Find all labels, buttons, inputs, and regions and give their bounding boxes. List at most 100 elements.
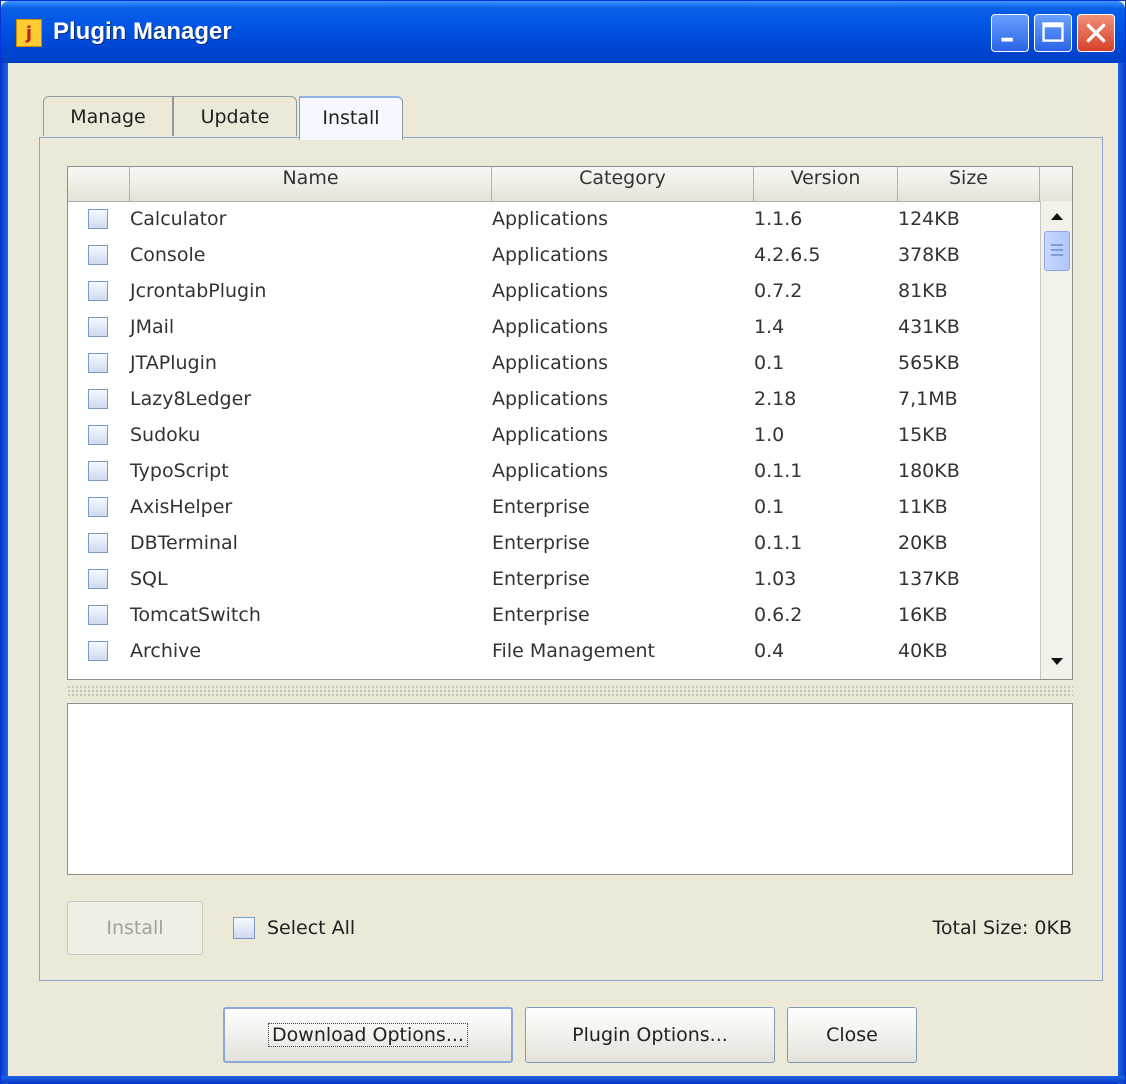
row-checkbox[interactable] <box>88 353 108 373</box>
table-row[interactable]: DBTerminal Enterprise 0.1.1 20KB <box>68 525 1040 561</box>
column-header-corner <box>1040 167 1072 201</box>
jedit-icon: j <box>16 19 42 47</box>
cell-name: JMail <box>130 316 175 338</box>
cell-name: Sudoku <box>130 424 201 446</box>
column-header-version[interactable]: Version <box>754 167 898 201</box>
tab-install[interactable]: Install <box>299 96 403 140</box>
cell-category: Enterprise <box>492 496 590 518</box>
cell-size: 81KB <box>898 280 948 302</box>
cell-name: Lazy8Ledger <box>130 388 252 410</box>
table-row[interactable]: Calculator Applications 1.1.6 124KB <box>68 201 1040 237</box>
table-row[interactable]: JcrontabPlugin Applications 0.7.2 81KB <box>68 273 1040 309</box>
cell-size: 431KB <box>898 316 960 338</box>
cell-name: Console <box>130 244 206 266</box>
cell-version: 0.1 <box>754 496 785 518</box>
cell-version: 0.7.2 <box>754 280 803 302</box>
cell-size: 20KB <box>898 532 948 554</box>
tab-manage[interactable]: Manage <box>43 96 173 136</box>
table-scrollbar[interactable] <box>1040 201 1072 679</box>
cell-version: 1.1.6 <box>754 208 803 230</box>
thumb-grip-line <box>1051 254 1063 256</box>
scroll-up-icon[interactable] <box>1043 203 1071 231</box>
install-button[interactable]: Install <box>67 901 203 955</box>
cell-category: File Management <box>492 640 655 662</box>
row-checkbox[interactable] <box>88 389 108 409</box>
table-row[interactable]: TypoScript Applications 0.1.1 180KB <box>68 453 1040 489</box>
row-checkbox[interactable] <box>88 317 108 337</box>
table-header: Name Category Version Size <box>68 167 1072 202</box>
cell-category: Applications <box>492 280 609 302</box>
table-row[interactable]: TomcatSwitch Enterprise 0.6.2 16KB <box>68 597 1040 633</box>
row-checkbox[interactable] <box>88 461 108 481</box>
row-checkbox[interactable] <box>88 641 108 661</box>
row-checkbox[interactable] <box>88 533 108 553</box>
plugin-manager-window: j Plugin Manager Manage Update Install N… <box>0 0 1126 1084</box>
split-pane-divider[interactable] <box>67 685 1073 697</box>
plugin-table: Name Category Version Size Calculator App… <box>67 166 1073 680</box>
cell-size: 7,1MB <box>898 388 958 410</box>
table-row[interactable]: Archive File Management 0.4 40KB <box>68 633 1040 669</box>
select-all-label[interactable]: Select All <box>267 913 355 943</box>
cell-size: 40KB <box>898 640 948 662</box>
table-row[interactable]: JMail Applications 1.4 431KB <box>68 309 1040 345</box>
cell-name: AxisHelper <box>130 496 233 518</box>
row-checkbox[interactable] <box>88 605 108 625</box>
table-row[interactable]: AxisHelper Enterprise 0.1 11KB <box>68 489 1040 525</box>
cell-version: 4.2.6.5 <box>754 244 821 266</box>
table-row[interactable]: SQL Enterprise 1.03 137KB <box>68 561 1040 597</box>
download-options-button[interactable]: Download Options... <box>223 1007 513 1063</box>
cell-version: 0.4 <box>754 640 785 662</box>
cell-version: 1.4 <box>754 316 785 338</box>
column-header-name[interactable]: Name <box>130 167 492 201</box>
cell-name: JcrontabPlugin <box>130 280 267 302</box>
cell-version: 2.18 <box>754 388 797 410</box>
minimize-button[interactable] <box>991 14 1029 52</box>
close-icon <box>1086 23 1106 43</box>
row-checkbox[interactable] <box>88 569 108 589</box>
cell-name: JTAPlugin <box>130 352 217 374</box>
cell-name: Calculator <box>130 208 227 230</box>
cell-name: TomcatSwitch <box>130 604 261 626</box>
row-checkbox[interactable] <box>88 209 108 229</box>
close-button[interactable]: Close <box>787 1007 917 1063</box>
tab-update[interactable]: Update <box>173 96 297 136</box>
plugin-options-button[interactable]: Plugin Options... <box>525 1007 775 1063</box>
table-row[interactable]: Sudoku Applications 1.0 15KB <box>68 417 1040 453</box>
plugin-description-area <box>67 703 1073 875</box>
row-checkbox[interactable] <box>88 497 108 517</box>
scroll-down-icon[interactable] <box>1043 647 1071 675</box>
maximize-button[interactable] <box>1034 14 1072 52</box>
table-row[interactable]: JTAPlugin Applications 0.1 565KB <box>68 345 1040 381</box>
window-frame-right <box>1118 63 1125 1084</box>
window-frame-bottom <box>1 1076 1125 1083</box>
cell-category: Enterprise <box>492 568 590 590</box>
cell-version: 1.0 <box>754 424 785 446</box>
row-checkbox[interactable] <box>88 425 108 445</box>
cell-size: 378KB <box>898 244 960 266</box>
cell-version: 0.1.1 <box>754 532 803 554</box>
cell-category: Applications <box>492 244 609 266</box>
title-bar[interactable]: j Plugin Manager <box>1 1 1125 63</box>
cell-category: Applications <box>492 208 609 230</box>
cell-name: SQL <box>130 568 168 590</box>
cell-size: 565KB <box>898 352 960 374</box>
column-header-select[interactable] <box>68 167 130 201</box>
scrollbar-thumb[interactable] <box>1044 231 1070 271</box>
table-row[interactable]: Console Applications 4.2.6.5 378KB <box>68 237 1040 273</box>
cell-category: Applications <box>492 460 609 482</box>
cell-category: Enterprise <box>492 532 590 554</box>
column-header-size[interactable]: Size <box>898 167 1040 201</box>
minimize-icon <box>1001 37 1013 42</box>
cell-version: 0.1 <box>754 352 785 374</box>
row-checkbox[interactable] <box>88 245 108 265</box>
thumb-grip-line <box>1051 244 1063 246</box>
cell-category: Applications <box>492 352 609 374</box>
cell-name: Archive <box>130 640 202 662</box>
select-all-checkbox[interactable] <box>233 917 255 939</box>
cell-size: 137KB <box>898 568 960 590</box>
row-checkbox[interactable] <box>88 281 108 301</box>
table-row[interactable]: Lazy8Ledger Applications 2.18 7,1MB <box>68 381 1040 417</box>
close-window-button[interactable] <box>1077 14 1115 52</box>
column-header-category[interactable]: Category <box>492 167 754 201</box>
cell-size: 16KB <box>898 604 948 626</box>
